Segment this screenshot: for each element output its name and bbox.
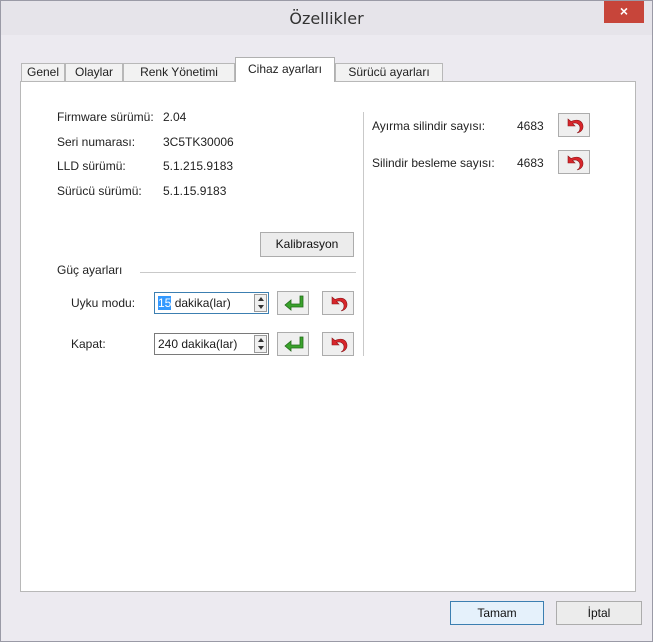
- tab-olaylar[interactable]: Olaylar: [65, 63, 123, 82]
- spin-up-icon[interactable]: [258, 338, 264, 342]
- undo-arrow-icon: [331, 337, 348, 353]
- power-off-spin-arrows[interactable]: [254, 335, 267, 353]
- firmware-label: Firmware sürümü:: [57, 110, 154, 124]
- vertical-divider: [363, 112, 364, 356]
- spin-down-icon[interactable]: [258, 346, 264, 350]
- driver-label: Sürücü sürümü:: [57, 184, 142, 198]
- tab-surucu-ayarlari[interactable]: Sürücü ayarları: [335, 63, 443, 82]
- lld-label: LLD sürümü:: [57, 159, 126, 173]
- tab-renk-yonetimi[interactable]: Renk Yönetimi: [123, 63, 235, 82]
- close-button[interactable]: ×: [604, 1, 644, 23]
- separation-roller-reset-button[interactable]: [558, 113, 590, 137]
- sleep-reset-button[interactable]: [322, 291, 354, 315]
- feed-roller-label: Silindir besleme sayısı:: [372, 156, 495, 170]
- undo-arrow-icon: [567, 155, 584, 171]
- tab-genel[interactable]: Genel: [21, 63, 65, 82]
- title-bar[interactable]: Özellikler ×: [1, 1, 652, 35]
- power-off-reset-button[interactable]: [322, 332, 354, 356]
- firmware-value: 2.04: [163, 110, 187, 124]
- undo-arrow-icon: [331, 296, 348, 312]
- sleep-apply-button[interactable]: [277, 291, 309, 315]
- enter-arrow-icon: [284, 295, 304, 311]
- driver-value: 5.1.15.9183: [163, 184, 227, 198]
- spin-down-icon[interactable]: [258, 305, 264, 309]
- power-settings-divider: [140, 272, 356, 273]
- cancel-button[interactable]: İptal: [556, 601, 642, 625]
- feed-roller-value: 4683: [517, 156, 544, 170]
- serial-label: Seri numarası:: [57, 135, 136, 149]
- ok-button[interactable]: Tamam: [450, 601, 544, 625]
- tab-cihaz-ayarlari[interactable]: Cihaz ayarları: [235, 57, 335, 82]
- lld-value: 5.1.215.9183: [163, 159, 234, 173]
- separation-roller-value: 4683: [517, 119, 544, 133]
- sleep-mode-unit: dakika(lar): [171, 296, 231, 310]
- feed-roller-reset-button[interactable]: [558, 150, 590, 174]
- spin-up-icon[interactable]: [258, 297, 264, 301]
- device-settings-panel: Firmware sürümü: 2.04 Seri numarası: 3C5…: [20, 81, 636, 592]
- close-icon: ×: [619, 3, 629, 19]
- undo-arrow-icon: [567, 118, 584, 134]
- properties-window: Özellikler × Genel Olaylar Renk Yönetimi…: [0, 0, 653, 642]
- sleep-mode-selected-value: 15: [158, 296, 172, 310]
- separation-roller-label: Ayırma silindir sayısı:: [372, 119, 486, 133]
- power-off-label: Kapat:: [71, 337, 106, 351]
- sleep-mode-stepper[interactable]: 15 dakika(lar): [154, 292, 269, 314]
- enter-arrow-icon: [284, 336, 304, 352]
- calibration-button[interactable]: Kalibrasyon: [260, 232, 354, 257]
- window-title: Özellikler: [289, 9, 364, 28]
- serial-value: 3C5TK30006: [163, 135, 234, 149]
- power-off-value: 240 dakika(lar): [158, 337, 238, 351]
- sleep-mode-label: Uyku modu:: [71, 296, 136, 310]
- power-settings-label: Güç ayarları: [57, 263, 123, 277]
- power-off-stepper[interactable]: 240 dakika(lar): [154, 333, 269, 355]
- sleep-mode-spin-arrows[interactable]: [254, 294, 267, 312]
- power-off-apply-button[interactable]: [277, 332, 309, 356]
